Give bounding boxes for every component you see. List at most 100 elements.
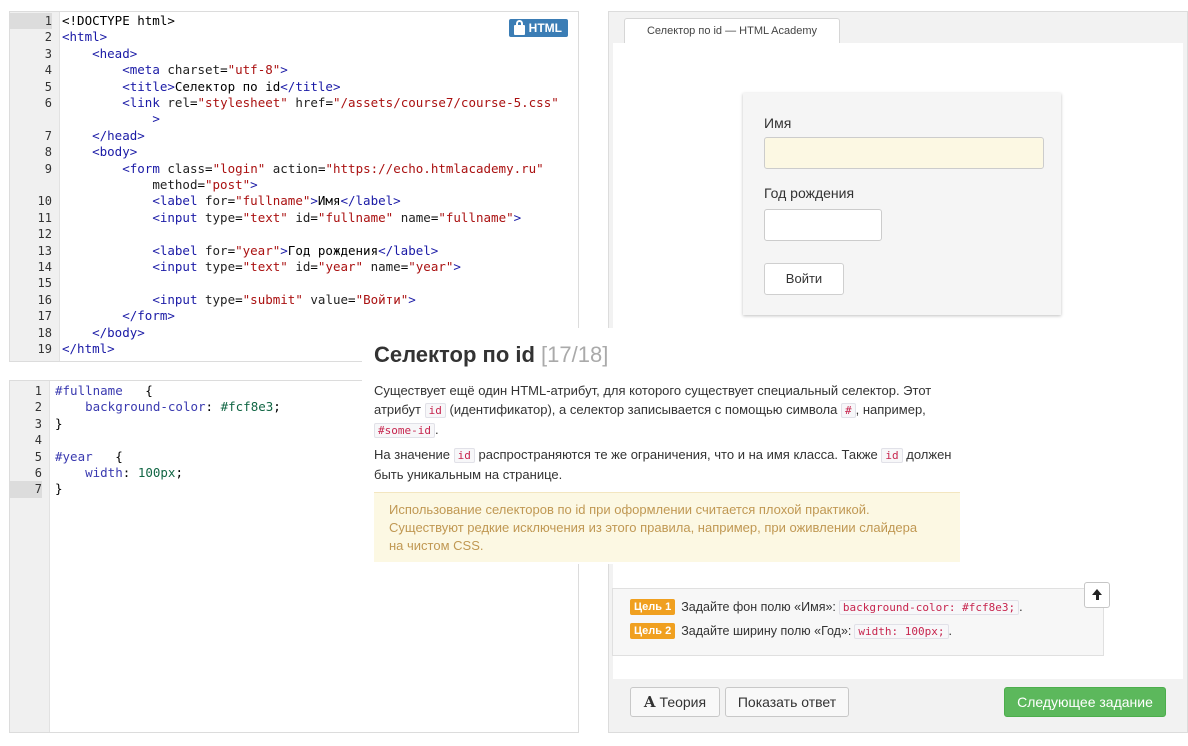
goal-badge: Цель 2 [630, 623, 676, 639]
goal-end: . [1019, 600, 1023, 614]
code-line[interactable]: 6 <link rel="stylesheet" href="/assets/c… [10, 95, 578, 111]
code-line[interactable]: 1 <!DOCTYPE html> [10, 13, 578, 30]
code-text: </body> [92, 324, 145, 340]
code-text: <label for="fullname">Имя</label> [152, 193, 401, 209]
line-number: 18 [37, 325, 52, 340]
line-number: 5 [34, 449, 42, 464]
goal-code: width: 100px; [854, 624, 949, 639]
line-number: 4 [34, 433, 42, 448]
login-form: Имя Год рождения Войти [743, 93, 1061, 315]
code-line[interactable]: 10 <label for="fullname">Имя</label> [10, 193, 578, 209]
code-hash: # [841, 403, 856, 418]
task-counter: [17/18] [541, 342, 609, 367]
goal-1: Цель 1 Задайте фон полю «Имя»: backgroun… [630, 599, 1023, 615]
code-text: <input type="text" id="fullname" name="f… [152, 209, 522, 225]
code-text: <meta charset="utf-8"> [122, 62, 288, 78]
line-number: 14 [37, 260, 52, 274]
line-number: 4 [44, 63, 52, 78]
p1-text-b: (идентификатор), а селектор записывается… [449, 402, 838, 417]
code-text: <input type="submit" value="Войти"> [152, 291, 416, 307]
line-number: 9 [44, 161, 52, 176]
line-number: 12 [37, 227, 52, 242]
code-line[interactable]: method="post"> [10, 177, 578, 193]
code-line[interactable]: 7 </head> [10, 128, 578, 144]
code-line[interactable]: > [10, 111, 578, 127]
p1-text-c: , например, [855, 402, 926, 417]
show-answer-button[interactable]: Показать ответ [725, 687, 849, 717]
goal-2: Цель 2 Задайте ширину полю «Год»: width:… [630, 623, 952, 639]
goal-text: Задайте ширину полю «Год»: [681, 624, 852, 638]
line-number: 3 [44, 46, 52, 61]
code-text: } [55, 481, 63, 497]
line-number: 3 [34, 416, 42, 431]
code-line[interactable]: 8 <body> [10, 144, 578, 160]
year-input[interactable] [764, 209, 882, 241]
code-text: method="post"> [152, 177, 258, 192]
code-line[interactable]: 13 <label for="year">Год рождения</label… [10, 243, 578, 259]
goal-badge: Цель 1 [630, 599, 676, 615]
lock-icon [513, 19, 525, 35]
code-line[interactable]: 16 <input type="submit" value="Войти"> [10, 292, 578, 308]
code-text: } [55, 415, 63, 431]
code-line[interactable]: 11 <input type="text" id="fullname" name… [10, 210, 578, 226]
code-text: > [152, 111, 160, 127]
scroll-up-button[interactable] [1084, 582, 1110, 608]
line-number: 7 [10, 481, 42, 498]
code-id: id [881, 448, 903, 463]
code-text: <body> [92, 144, 138, 160]
code-text: </html> [62, 341, 115, 356]
line-number: 1 [10, 13, 52, 30]
theory-paragraph-1: Существует ещё один HTML-атрибут, для ко… [374, 381, 964, 440]
line-number: 1 [34, 384, 42, 398]
theory-panel: Селектор по id [17/18] Существует ещё од… [362, 328, 964, 564]
code-line[interactable]: 5 <title>Селектор по id</title> [10, 79, 578, 95]
code-text: <head> [92, 45, 138, 61]
code-text: <!DOCTYPE html> [62, 13, 175, 28]
line-number: 17 [37, 309, 52, 324]
code-text: </head> [92, 127, 145, 143]
html-editor[interactable]: 1 <!DOCTYPE html> 2 <html> 3 <head> 4 <meta c… [9, 11, 579, 362]
line-number: 8 [44, 145, 52, 160]
task-title: Селектор по id [17/18] [374, 342, 608, 368]
line-number: 16 [37, 292, 52, 307]
code-line[interactable]: 14 <input type="text" id="year" name="ye… [10, 259, 578, 275]
code-id: id [424, 403, 446, 418]
theory-paragraph-2: На значение id распространяются те же ог… [374, 445, 964, 484]
code-text: width: 100px; [85, 465, 183, 480]
arrow-up-icon [1092, 589, 1102, 600]
code-line[interactable]: 2 <html> [10, 29, 578, 45]
code-line[interactable]: 3 <head> [10, 46, 578, 62]
line-number: 7 [44, 128, 52, 143]
code-text: <input type="text" id="year" name="year"… [152, 259, 461, 274]
goal-code: background-color: #fcf8e3; [838, 600, 1020, 615]
warning-line: на чистом CSS. [389, 538, 484, 553]
label-year: Год рождения [764, 185, 855, 201]
code-line[interactable]: 9 <form class="login" action="https://ec… [10, 161, 578, 177]
goal-text: Задайте фон полю «Имя»: [681, 600, 836, 614]
theory-button[interactable]: A Теория [630, 687, 720, 717]
warning-box: Использование селекторов по id при оформ… [374, 492, 960, 562]
preview-tab[interactable]: Селектор по id — HTML Academy [624, 18, 840, 44]
code-line[interactable]: 12 [10, 226, 578, 242]
task-title-text: Селектор по id [374, 342, 535, 367]
fullname-input[interactable] [764, 137, 1044, 169]
html-badge-label: HTML [528, 21, 562, 35]
p2-text-b: распространяются те же ограничения, что … [478, 447, 878, 462]
label-name: Имя [764, 115, 792, 131]
goal-end: . [948, 624, 952, 638]
code-text: <form class="login" action="https://echo… [122, 160, 544, 176]
line-number: 2 [34, 400, 42, 415]
line-number: 2 [44, 30, 52, 45]
theory-button-label: Теория [659, 694, 707, 710]
code-line[interactable]: 17 </form> [10, 308, 578, 324]
submit-button[interactable]: Войти [764, 263, 844, 295]
code-text: <link rel="stylesheet" href="/assets/cou… [122, 95, 559, 110]
p1-text-d: . [434, 422, 439, 437]
code-text: #fullname { [55, 383, 153, 398]
next-task-button[interactable]: Следующее задание [1004, 687, 1166, 717]
theory-icon: A [643, 693, 656, 711]
html-badge: HTML [508, 19, 568, 37]
code-line[interactable]: 15 [10, 275, 578, 291]
code-line[interactable]: 4 <meta charset="utf-8"> [10, 62, 578, 78]
code-text: #year { [55, 448, 123, 464]
